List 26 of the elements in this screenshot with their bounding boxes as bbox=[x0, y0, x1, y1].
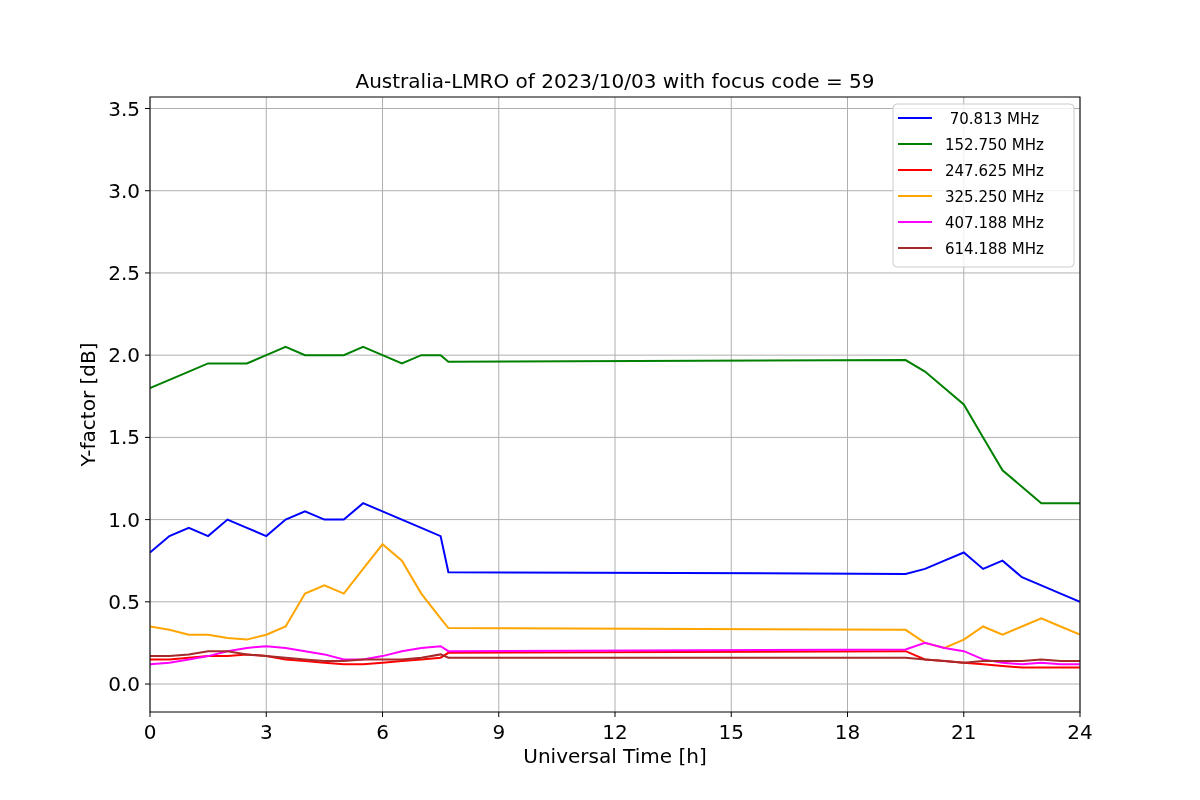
y-tick-label: 0.5 bbox=[108, 589, 140, 614]
legend-label: 152.750 MHz bbox=[945, 136, 1044, 154]
chart-title: Australia-LMRO of 2023/10/03 with focus code = 59 bbox=[355, 69, 875, 93]
legend-label: 247.625 MHz bbox=[945, 162, 1044, 180]
x-tick-label: 15 bbox=[718, 720, 744, 744]
legend-label: 325.250 MHz bbox=[945, 188, 1044, 206]
x-tick-label: 21 bbox=[951, 720, 977, 744]
x-tick-label: 6 bbox=[376, 720, 389, 744]
legend-label: 407.188 MHz bbox=[945, 214, 1044, 232]
y-axis-label: Y-factor [dB] bbox=[76, 342, 100, 467]
x-tick-label: 3 bbox=[259, 720, 273, 744]
y-tick-label: 2.5 bbox=[108, 260, 140, 285]
y-tick-label: 2.0 bbox=[108, 343, 140, 368]
x-tick-label: 9 bbox=[492, 720, 506, 744]
legend-label: 614.188 MHz bbox=[945, 240, 1044, 258]
y-tick-label: 0.0 bbox=[108, 672, 140, 697]
y-tick-label: 3.5 bbox=[108, 96, 140, 121]
x-tick-label: 18 bbox=[834, 720, 861, 744]
x-axis-label: Universal Time [h] bbox=[523, 744, 707, 768]
y-tick-label: 1.5 bbox=[108, 425, 140, 450]
legend-label: 70.813 MHz bbox=[949, 110, 1040, 128]
x-tick-label: 0 bbox=[143, 720, 157, 744]
y-tick-label: 1.0 bbox=[108, 507, 140, 532]
x-tick-label: 12 bbox=[602, 720, 628, 744]
y-tick-label: 3.0 bbox=[108, 178, 140, 203]
x-tick-label: 24 bbox=[1067, 720, 1093, 744]
